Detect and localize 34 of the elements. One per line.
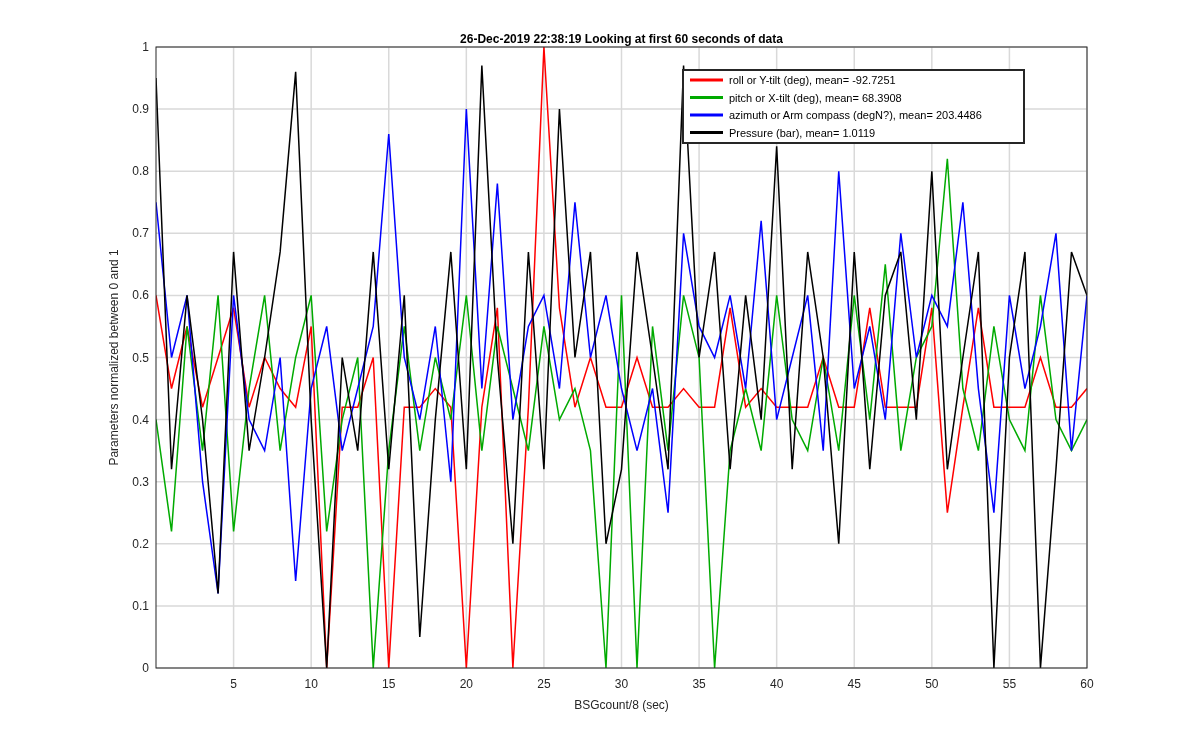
tick-label: 0 — [142, 661, 149, 675]
legend-swatch — [690, 113, 723, 117]
tick-label: 0.5 — [132, 350, 149, 365]
tick-label: 15 — [382, 677, 396, 691]
chart-title: 26-Dec-2019 22:38:19 Looking at first 60 seconds of data — [460, 32, 783, 46]
y-axis-label: Parameters normalized between 0 and 1 — [107, 249, 121, 466]
tick-label: 20 — [459, 677, 473, 691]
legend-label: pitch or X-tilt (deg), mean= 68.3908 — [729, 91, 902, 104]
x-axis-label: BSGcount/8 (sec) — [574, 698, 669, 712]
tick-label: 0.9 — [132, 102, 149, 117]
tick-label: 0.3 — [132, 474, 149, 489]
tick-label: 0.8 — [132, 164, 149, 179]
tick-label: 55 — [1002, 677, 1017, 691]
tick-label: 40 — [770, 677, 784, 691]
legend-label: Pressure (bar), mean= 1.0119 — [729, 126, 876, 139]
legend-swatch — [690, 78, 723, 82]
tick-label: 5 — [230, 677, 237, 691]
tick-label: 35 — [692, 677, 706, 691]
tick-label: 30 — [614, 677, 629, 691]
tick-label: 0.4 — [132, 412, 149, 427]
tick-label: 25 — [537, 677, 551, 691]
tick-label: 45 — [847, 677, 861, 691]
tick-label: 0.7 — [132, 226, 149, 241]
legend-swatch — [690, 96, 723, 99]
tick-label: 0.1 — [132, 598, 149, 613]
tick-label: 10 — [304, 677, 318, 691]
tick-label: 0.6 — [132, 288, 149, 303]
tick-label: 0.2 — [132, 536, 149, 551]
tick-label: 1 — [142, 40, 149, 54]
tick-label: 50 — [925, 677, 939, 691]
tick-label: 60 — [1080, 677, 1094, 691]
legend-label: azimuth or Arm compass (degN?), mean= 203.4486 — [729, 109, 982, 121]
legend-label: roll or Y-tilt (deg), mean= -92.7251 — [729, 74, 896, 86]
legend-swatch — [690, 131, 723, 134]
